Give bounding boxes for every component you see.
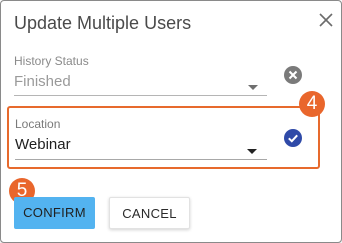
step-4-badge: 4 <box>299 91 325 117</box>
history-status-underline <box>14 95 267 96</box>
dialog-title: Update Multiple Users <box>14 13 192 33</box>
history-status-value[interactable]: Finished <box>14 73 71 90</box>
clear-x-icon[interactable] <box>284 66 302 84</box>
location-dropdown-icon[interactable] <box>247 149 257 154</box>
confirm-button[interactable]: CONFIRM <box>14 197 95 229</box>
location-underline <box>15 159 267 160</box>
history-status-label: History Status <box>14 54 89 68</box>
check-circle-icon <box>284 129 302 147</box>
close-icon[interactable] <box>318 11 334 29</box>
cancel-button[interactable]: CANCEL <box>109 197 190 229</box>
location-label: Location <box>15 117 61 131</box>
location-value[interactable]: Webinar <box>15 136 71 153</box>
history-status-dropdown-icon[interactable] <box>248 85 258 90</box>
update-users-dialog: Update Multiple Users History Status Fin… <box>0 0 342 243</box>
